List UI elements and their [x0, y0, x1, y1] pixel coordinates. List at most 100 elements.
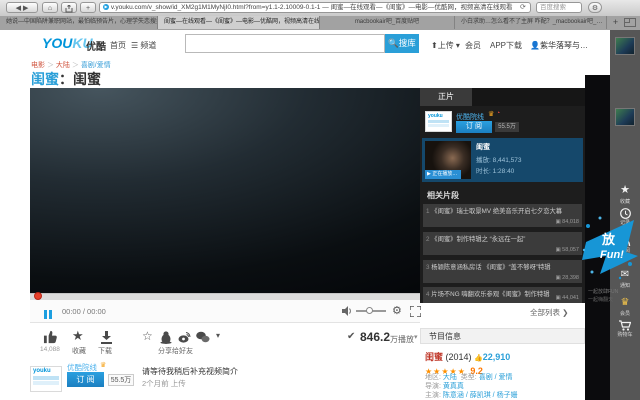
program-info-tab[interactable]: 节目信息: [420, 328, 585, 344]
search-button[interactable]: 🔍搜库: [385, 34, 419, 53]
fullscreen-icon[interactable]: [410, 306, 421, 317]
related-3-count: ▣ 28,398: [555, 275, 579, 281]
side-cart-label: 购物车: [610, 331, 640, 338]
related-item-3[interactable]: 3 杨颖陈意涵私房话 《闺蜜》“盖不够呀”特辑 ▣ 28,398: [423, 260, 582, 283]
wechat-share-icon[interactable]: [196, 331, 210, 343]
related-item-2[interactable]: 2 《闺蜜》制作特辑之 “永远在一起” ▣ 58,057: [423, 232, 582, 255]
tab-4[interactable]: 小白求助…怎么看不了主屏 咋配？_macbookair吧_…: [455, 16, 607, 29]
favorite-star-icon[interactable]: ★: [72, 328, 84, 344]
browser-settings-button[interactable]: ⚙: [588, 2, 602, 13]
side-fav-button[interactable]: ★ 收藏: [610, 180, 640, 205]
search-button-label: 搜库: [399, 38, 416, 48]
user-menu[interactable]: 👤紫华落琴与…: [530, 40, 588, 51]
vip-crown-icon: ♛: [621, 297, 630, 308]
nav-channels[interactable]: ☰ 频道: [131, 40, 156, 51]
now-playing-label-text: 正在播放…: [432, 171, 457, 177]
tab-feature[interactable]: 正片: [420, 88, 472, 106]
related-item-4[interactable]: 4 片场不NG 嗨翻欢乐参观《闺蜜》制作特辑 ▣ 44,041: [423, 287, 582, 303]
user-avatar[interactable]: [615, 37, 635, 55]
breadcrumb-movie[interactable]: 电影: [31, 62, 45, 69]
vip-link[interactable]: 会员: [465, 40, 481, 51]
uploader-subscribe-button[interactable]: 订 阅: [67, 372, 104, 387]
subscribe-button[interactable]: 订 阅: [456, 121, 492, 133]
fun-splash-graphic: 放 Fun!: [580, 212, 640, 284]
cast-value[interactable]: 陈意涵 / 薛凯琪 / 杨子姗: [443, 392, 518, 399]
progress-bar[interactable]: [30, 293, 420, 300]
back-icon[interactable]: ◀: [16, 5, 21, 12]
channel-thumb-wordmark: youku: [426, 112, 451, 119]
weibo-share-icon[interactable]: [178, 331, 191, 343]
now-playing-label: ▶ 正在播放…: [425, 170, 461, 179]
app-download-link[interactable]: APP下载: [490, 40, 522, 51]
skin-tagline-2: 一起嗨翻天: [588, 296, 613, 303]
share-icon: [65, 5, 73, 13]
volume-icon[interactable]: [342, 306, 352, 316]
video-player[interactable]: [30, 88, 420, 293]
share-star-icon[interactable]: ☆: [142, 329, 153, 343]
upload-label: 上传: [438, 41, 454, 50]
related-2-title: 《闺蜜》制作特辑之 “永远在一起”: [431, 236, 525, 243]
widget-thumbnail[interactable]: [615, 108, 635, 126]
sidebar-tabs: 正片: [420, 88, 585, 106]
upload-link[interactable]: ⬆上传 ▾: [431, 40, 460, 51]
tab-3[interactable]: macbookair吧_百度贴吧: [320, 16, 455, 29]
subscriber-count: 55.5万: [495, 122, 519, 132]
region-value[interactable]: 大陆: [443, 374, 457, 381]
share-button[interactable]: [61, 2, 77, 13]
related-2-count-num: 58,057: [562, 247, 579, 253]
splash-main-text: 放: [601, 232, 616, 247]
views-caret[interactable]: ▾: [414, 333, 418, 341]
uploader-crown-icon: ♛: [100, 361, 106, 369]
download-label: 下载: [98, 346, 112, 356]
refresh-badge-icon: ◔: [496, 110, 500, 117]
channel-thumb-bar: [428, 120, 449, 123]
now-playing-title: 闺蜜: [476, 142, 490, 152]
related-item-1[interactable]: 1 《闺蜜》瑞士取景MV 绝美音乐开启七夕恋大幕 ▣ 84,018: [423, 204, 582, 227]
side-vip-button[interactable]: ♛ 会员: [610, 292, 640, 317]
program-ups: 22,910: [483, 352, 511, 362]
title-link[interactable]: 闺蜜: [31, 71, 59, 87]
tab-1[interactable]: 她说—中国陷阱兼职网站，最怕临预告片，心理学失恋搜搜…: [0, 16, 158, 29]
site-favicon: ▶: [103, 4, 109, 10]
search-input[interactable]: [185, 34, 385, 53]
director-value[interactable]: 黄真真: [443, 383, 464, 390]
related-1-title: 《闺蜜》瑞士取景MV 绝美音乐开启七夕恋大幕: [431, 208, 562, 215]
youku-logo[interactable]: YOUKU: [42, 35, 93, 51]
add-tab-button[interactable]: +: [609, 17, 622, 28]
url-bar[interactable]: ▶ v.youku.com/v_show/id_XM2g1M1MyNjI0.ht…: [99, 2, 531, 13]
thumbs-up-icon[interactable]: [43, 330, 58, 344]
related-clips-title: 相关片段: [427, 190, 459, 201]
reload-icon[interactable]: ⟳: [520, 3, 526, 11]
nav-home[interactable]: 首页: [110, 40, 126, 51]
now-playing-item[interactable]: ▶ 正在播放… 闺蜜 播放: 8,441,573 时长: 1:28:40: [422, 138, 583, 182]
home-icon: ⌂: [48, 5, 52, 12]
progress-handle[interactable]: [34, 292, 42, 300]
tab-overview-button[interactable]: [624, 18, 636, 27]
views-unit: 万播放: [390, 334, 414, 345]
full-playlist-link[interactable]: 全部列表 ❯: [530, 307, 568, 318]
pause-button[interactable]: [44, 306, 52, 324]
breadcrumb-region[interactable]: 大陆: [56, 62, 70, 69]
new-tab-button[interactable]: +: [80, 2, 96, 13]
uploader-thumbnail[interactable]: youku: [30, 366, 62, 392]
related-1-count-num: 84,018: [562, 219, 579, 225]
pause-icon-bar2: [49, 310, 52, 319]
channel-thumbnail[interactable]: youku: [425, 111, 452, 132]
gear-icon: ⚙: [592, 5, 598, 12]
quick-search-field[interactable]: 百度搜索: [536, 2, 582, 13]
nav-buttons[interactable]: ◀ ▶: [6, 2, 38, 13]
breadcrumb-genre[interactable]: 喜剧/爱情: [81, 62, 111, 69]
now-playing-thumbnail: ▶ 正在播放…: [425, 141, 471, 179]
type-value[interactable]: 喜剧 / 爱情: [479, 374, 513, 381]
tab-2-active[interactable]: 闺蜜—在线观看—《闺蜜》—电影—优酷网，视频高清在线观看: [158, 16, 320, 29]
qq-share-icon[interactable]: [160, 331, 172, 344]
url-text: v.youku.com/v_show/id_XM2g1M1MyNjI0.html…: [111, 4, 513, 11]
download-icon[interactable]: [100, 331, 113, 344]
pause-icon: [44, 310, 47, 319]
player-settings-icon[interactable]: ⚙: [392, 304, 402, 317]
home-button[interactable]: ⌂: [42, 2, 58, 13]
forward-icon[interactable]: ▶: [23, 5, 28, 12]
share-more-caret[interactable]: ▾: [216, 331, 220, 340]
side-cart-button[interactable]: 购物车: [610, 320, 640, 338]
volume-knob[interactable]: [366, 307, 373, 314]
